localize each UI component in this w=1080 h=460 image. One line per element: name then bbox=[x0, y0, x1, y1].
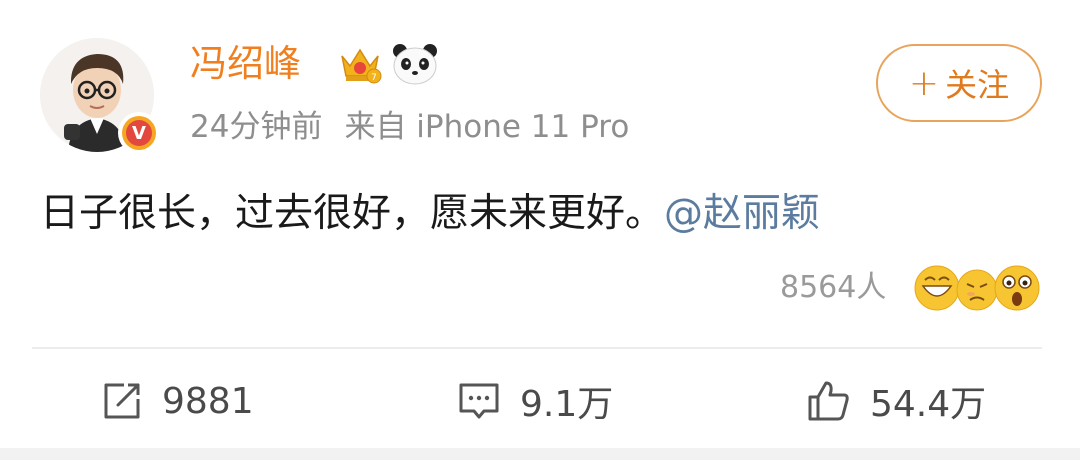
post-time: 24分钟前 bbox=[190, 109, 323, 145]
follow-button[interactable]: + 关注 bbox=[876, 44, 1042, 122]
verified-badge-label: V bbox=[126, 120, 152, 146]
post-text: 日子很长，过去很好，愿未来更好。@赵丽颖 bbox=[40, 188, 820, 240]
post-body: 日子很长，过去很好，愿未来更好。 bbox=[40, 191, 665, 236]
comment-icon bbox=[459, 383, 499, 419]
like-count: 54.4万 bbox=[870, 384, 987, 425]
post-meta: 24分钟前 来自 iPhone 11 Pro bbox=[190, 106, 629, 148]
verified-badge: V bbox=[118, 112, 160, 154]
follow-label: 关注 bbox=[945, 66, 1010, 104]
reaction-count[interactable]: 8564人 bbox=[780, 266, 886, 310]
reaction-emojis-icon[interactable] bbox=[913, 262, 1043, 314]
thumbs-up-icon bbox=[808, 381, 849, 421]
like-button[interactable]: 54.4万 bbox=[804, 372, 986, 430]
repost-count: 9881 bbox=[162, 380, 254, 422]
weibo-post-card: V 冯绍峰 7 24分钟前 来自 iPhone 11 Pro + 关注 日子很长，… bbox=[0, 0, 1080, 460]
share-icon bbox=[104, 383, 140, 419]
author-name[interactable]: 冯绍峰 bbox=[190, 40, 301, 88]
crown-badge-icon[interactable]: 7 bbox=[336, 42, 384, 86]
divider bbox=[32, 347, 1042, 349]
mention-link[interactable]: @赵丽颖 bbox=[664, 191, 820, 236]
comment-count: 9.1万 bbox=[520, 384, 614, 425]
plus-icon: + bbox=[908, 62, 940, 104]
panda-icon[interactable] bbox=[390, 42, 440, 86]
svg-text:7: 7 bbox=[371, 73, 377, 83]
repost-button[interactable]: 9881 bbox=[100, 372, 254, 430]
comment-button[interactable]: 9.1万 bbox=[456, 372, 613, 430]
post-source[interactable]: 来自 iPhone 11 Pro bbox=[344, 109, 629, 145]
bottom-strip bbox=[0, 448, 1080, 460]
